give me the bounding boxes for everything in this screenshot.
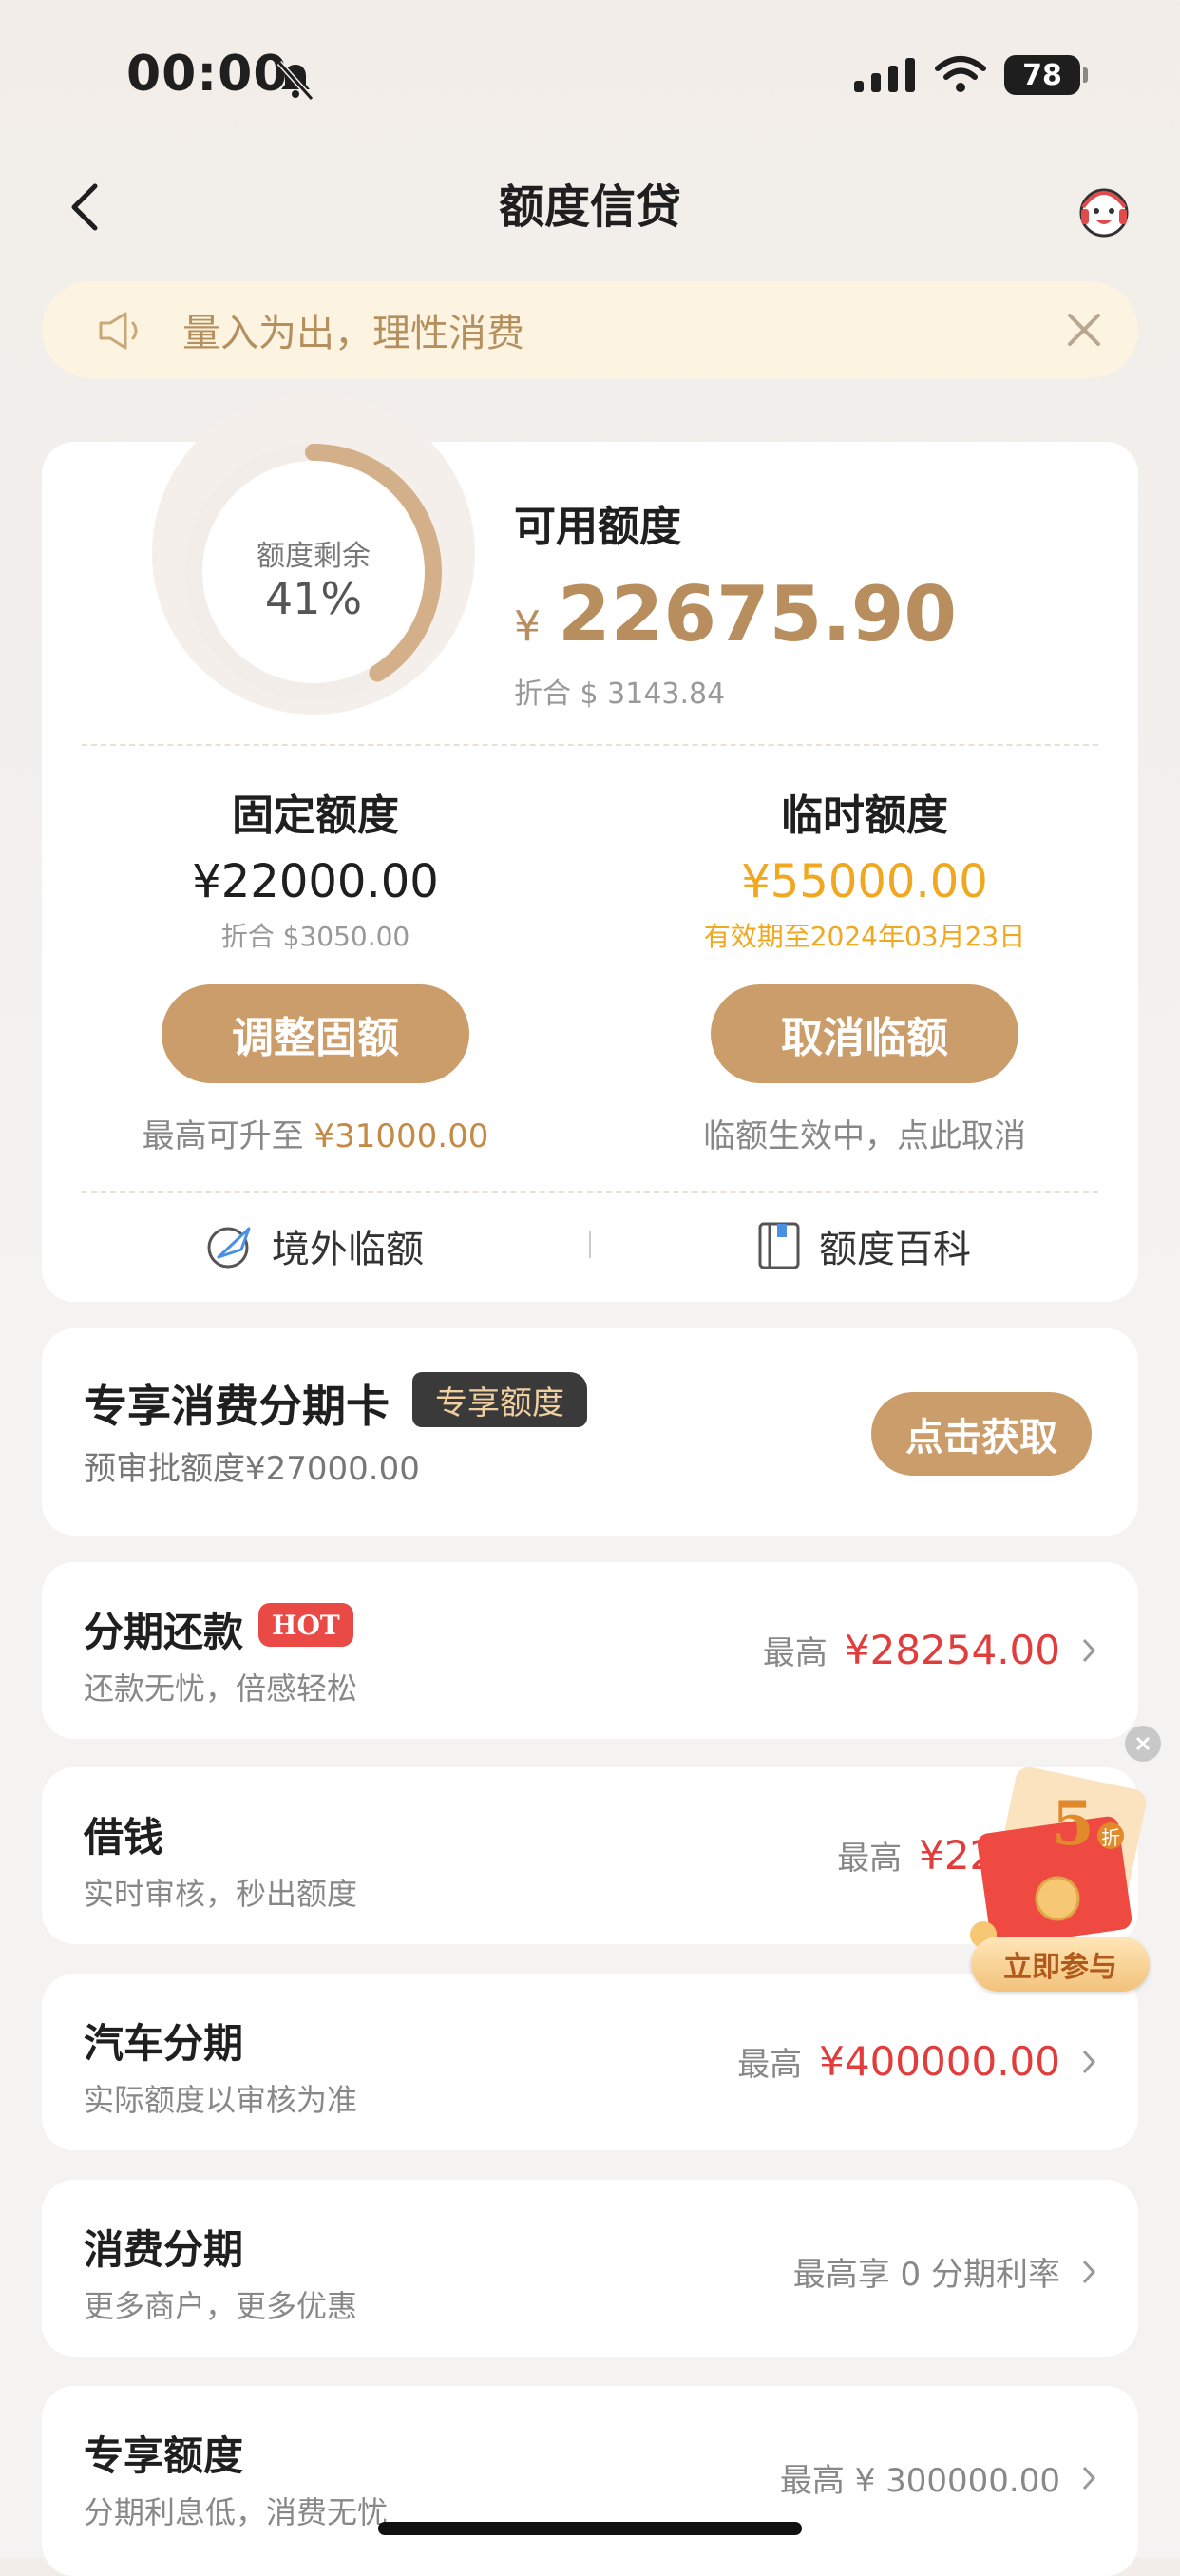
- page-title: 额度信贷: [498, 181, 681, 234]
- list-item-value: 最高 ¥ 300000.00: [780, 2454, 1096, 2501]
- get-exclusive-button[interactable]: 点击获取: [871, 1392, 1092, 1476]
- list-item-value: 最高 ¥28254.00: [763, 1627, 1096, 1673]
- promo-close-button[interactable]: [1125, 1726, 1161, 1762]
- list-item-subtitle: 实际额度以审核为准: [84, 2082, 358, 2118]
- close-icon[interactable]: [1062, 308, 1106, 352]
- value-label: 最高: [737, 2046, 803, 2084]
- temp-quota-note[interactable]: 临额生效中，点此取消: [599, 1110, 1131, 1156]
- divider: [82, 1191, 1098, 1193]
- quota-wiki-link[interactable]: 额度百科: [756, 1218, 971, 1273]
- chevron-right-icon: [1082, 1638, 1096, 1662]
- available-amount-value: 22675.90: [558, 570, 958, 658]
- value-amount: ¥400000.00: [819, 2038, 1060, 2085]
- exclusive-badge: 专享额度: [412, 1372, 587, 1427]
- value-text: 最高享 0 分期利率: [792, 2256, 1060, 2294]
- fixed-quota-column: 固定额度 ¥22000.00 折合 $3050.00 调整固额 最高可升至 ¥3…: [49, 781, 581, 1156]
- battery-indicator: 78: [1004, 55, 1088, 95]
- list-item-title: 汽车分期: [84, 2020, 244, 2067]
- status-time: 00:00: [126, 46, 289, 103]
- ring-label: 额度剩余: [257, 540, 371, 573]
- temp-quota-title: 临时额度: [781, 792, 948, 840]
- adjust-fixed-quota-button[interactable]: 调整固额: [162, 984, 469, 1083]
- value-label: 最高: [762, 1634, 828, 1672]
- notice-bar: 量入为出，理性消费: [42, 281, 1138, 378]
- fixed-quota-usd: 折合 $3050.00: [220, 921, 410, 952]
- wiki-link-label: 额度百科: [819, 1228, 971, 1271]
- list-item-subtitle: 更多商户，更多优惠: [84, 2288, 358, 2324]
- exclusive-card-title: 专享消费分期卡: [84, 1381, 390, 1432]
- fixed-quota-note: 最高可升至 ¥31000.00: [49, 1110, 581, 1156]
- list-item-subtitle: 还款无忧，倍感轻松: [84, 1670, 358, 1707]
- ring-percent: 41%: [264, 573, 363, 624]
- list-item-value: 最高享 0 分期利率: [793, 2248, 1096, 2295]
- promo-discount-unit: 折: [1097, 1822, 1124, 1849]
- overseas-temp-quota-link[interactable]: 境外临额: [205, 1218, 424, 1273]
- cancel-temp-quota-button[interactable]: 取消临额: [711, 984, 1018, 1083]
- chevron-right-icon: [1082, 2466, 1096, 2490]
- temp-quota-column: 临时额度 ¥55000.00 有效期至2024年03月23日 取消临额 临额生效…: [599, 781, 1131, 1156]
- value-amount: ¥28254.00: [844, 1627, 1060, 1673]
- temp-quota-amount: ¥55000.00: [741, 855, 988, 908]
- status-indicators: 78: [854, 55, 1088, 95]
- available-usd: 折合 $ 3143.84: [514, 677, 726, 711]
- home-indicator: [378, 2522, 802, 2535]
- list-item-subtitle: 分期利息低，消费无忧: [84, 2494, 389, 2530]
- list-item-title: 分期还款: [84, 1609, 244, 1655]
- exclusive-card-subtitle: 预审批额度¥27000.00: [84, 1450, 420, 1488]
- signal-icon: [854, 58, 915, 92]
- notice-text: 量入为出，理性消费: [182, 312, 524, 355]
- plane-globe-icon: [207, 1227, 251, 1269]
- fixed-quota-amount: ¥22000.00: [192, 855, 439, 908]
- speaker-icon: [99, 312, 138, 350]
- mute-bell-icon: [276, 60, 314, 102]
- link-separator: [589, 1231, 591, 1258]
- chevron-right-icon: [1082, 2050, 1096, 2073]
- promo-discount-number: 5: [1052, 1788, 1094, 1860]
- list-item-title: 借钱: [84, 1814, 164, 1860]
- promo-join-button[interactable]: 立即参与: [971, 1937, 1150, 1992]
- value-label: 最高: [837, 1840, 903, 1878]
- available-quota-amount: ¥22675.90: [514, 570, 957, 658]
- currency-symbol: ¥: [514, 602, 541, 651]
- overseas-link-label: 境外临额: [272, 1228, 424, 1271]
- available-quota-label: 可用额度: [514, 503, 681, 551]
- temp-quota-expiry: 有效期至2024年03月23日: [703, 921, 1026, 952]
- customer-service-icon[interactable]: [1070, 175, 1138, 243]
- hot-badge: HOT: [258, 1603, 353, 1647]
- book-icon: [758, 1222, 800, 1269]
- fixed-note-value: ¥31000.00: [314, 1117, 489, 1155]
- close-icon: [1135, 1736, 1151, 1751]
- fixed-quota-title: 固定额度: [232, 792, 399, 840]
- wifi-icon: [935, 56, 986, 92]
- list-item-title: 专享额度: [84, 2433, 244, 2479]
- list-item-subtitle: 实时审核，秒出额度: [84, 1876, 358, 1912]
- divider: [82, 744, 1098, 746]
- list-item-value: 最高 ¥400000.00: [737, 2038, 1096, 2085]
- value-text: 最高 ¥ 300000.00: [779, 2462, 1060, 2500]
- chevron-right-icon: [1082, 2260, 1096, 2283]
- list-item-title: 消费分期: [84, 2226, 244, 2273]
- fixed-note-prefix: 最高可升至: [142, 1117, 304, 1155]
